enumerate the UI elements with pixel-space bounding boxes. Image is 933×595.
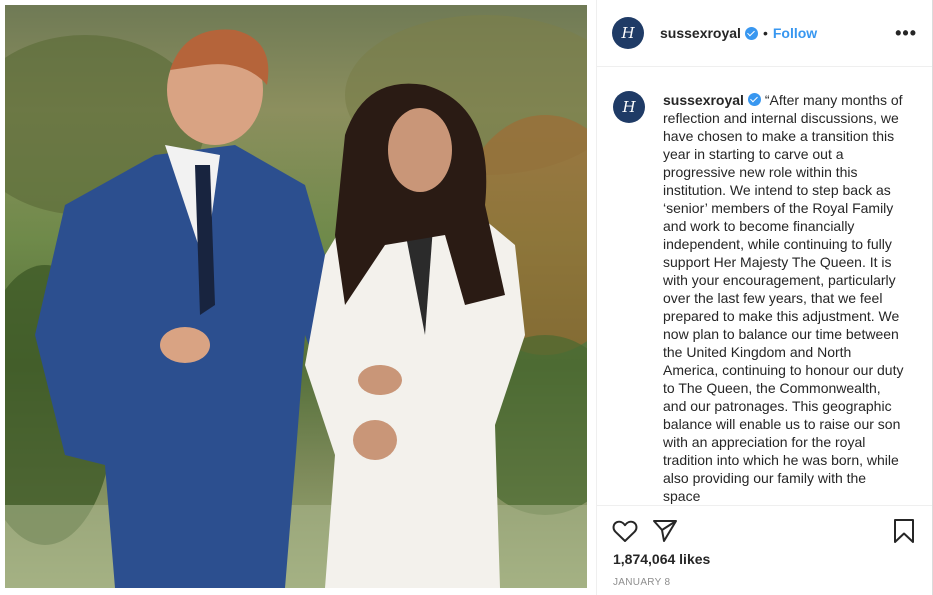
post-username[interactable]: sussexroyal [660,25,741,41]
caption-section[interactable]: H sussexroyal “After many months of refl… [597,68,932,505]
likes-count[interactable]: 1,874,064 likes [613,551,710,567]
post-header: H sussexroyal • Follow ••• [597,0,932,67]
avatar-monogram: H [622,98,636,116]
caption-text-block: sussexroyal “After many months of reflec… [663,91,906,505]
post-side-panel: H sussexroyal • Follow ••• H sussexroyal… [596,0,933,595]
avatar-monogram: H [621,24,635,42]
post-photo[interactable] [5,5,587,588]
caption-body: “After many months of reflection and int… [663,92,904,504]
heart-icon[interactable] [612,519,638,543]
verified-badge-icon [747,93,761,106]
caption-username[interactable]: sussexroyal [663,92,744,108]
paper-plane-icon[interactable] [652,519,678,543]
post-date[interactable]: JANUARY 8 [613,577,670,588]
post-photo-illustration [5,15,587,588]
bookmark-icon[interactable] [893,518,915,544]
follow-button[interactable]: Follow [773,25,817,41]
post-actions: 1,874,064 likes JANUARY 8 [597,505,932,595]
royal-monogram-icon[interactable]: H [613,91,645,123]
more-options-icon[interactable]: ••• [895,24,917,42]
separator-dot: • [762,25,768,41]
royal-monogram-icon[interactable]: H [612,17,644,49]
verified-badge-icon [744,26,758,40]
